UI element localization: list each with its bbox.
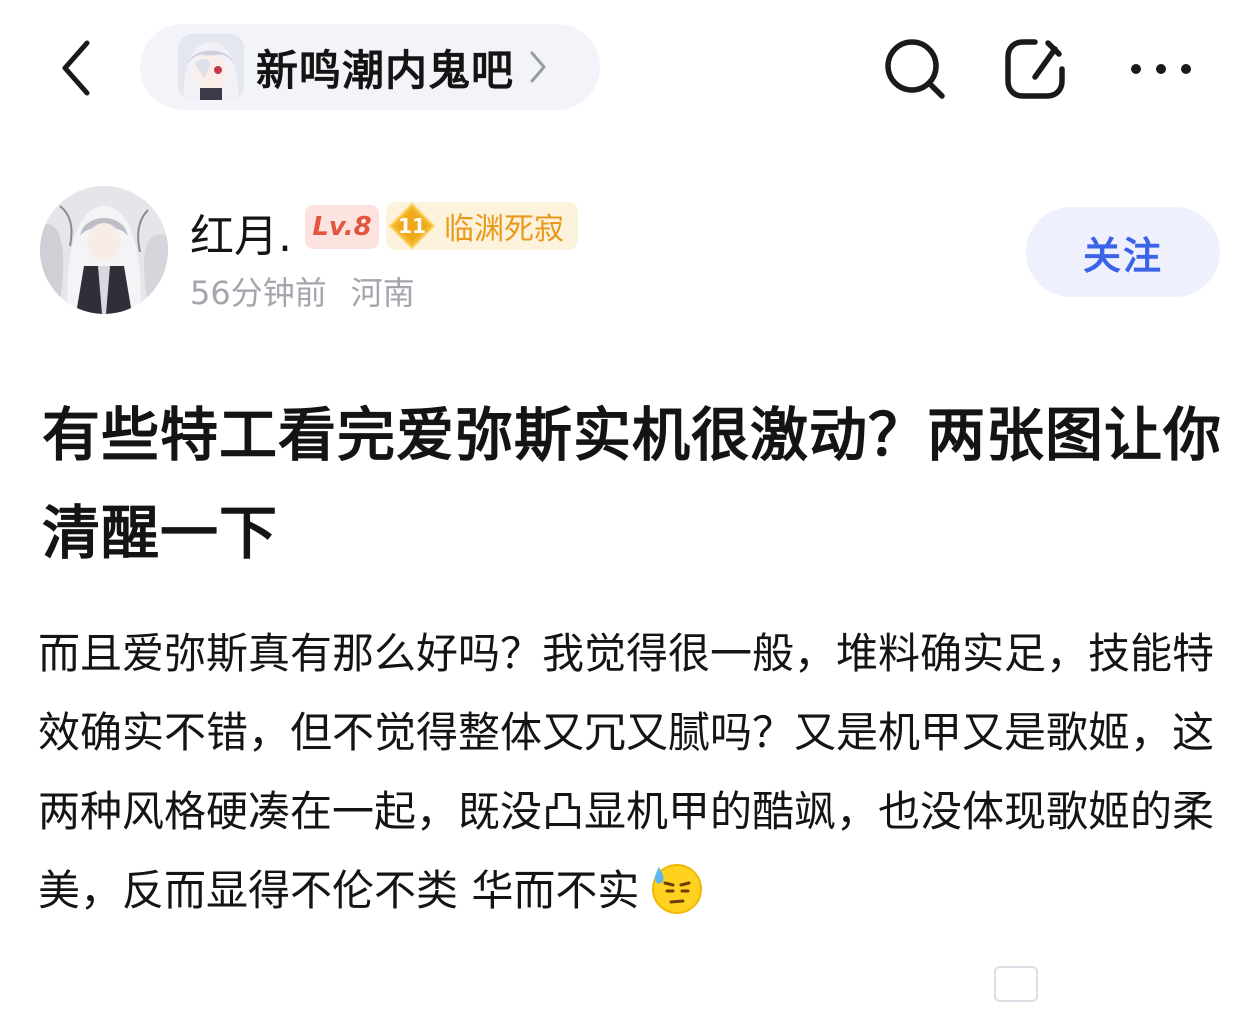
- chevron-right-icon: [528, 48, 550, 86]
- title-badge-level: 11: [398, 214, 426, 238]
- author-name[interactable]: 红月.: [190, 200, 292, 264]
- post-page: 新鸣潮内鬼吧 红月. Lv.8 11 临渊死寂 56分钟前 河南 关注 有些特工…: [0, 0, 1260, 1022]
- title-badge: 11 临渊死寂: [386, 202, 578, 250]
- more-button[interactable]: [1122, 34, 1200, 104]
- search-icon: [885, 39, 945, 99]
- forum-avatar: [178, 34, 244, 100]
- back-arrow-icon: [62, 40, 90, 96]
- share-icon: [1005, 39, 1065, 99]
- more-icon: [1131, 64, 1191, 74]
- sweat-emoji-icon: [649, 861, 703, 915]
- post-body: 而且爱弥斯真有那么好吗？我觉得很一般，堆料确实足，技能特效确实不错，但不觉得整体…: [38, 614, 1228, 930]
- follow-button[interactable]: 关注: [1026, 207, 1220, 297]
- title-badge-text: 临渊死寂: [444, 212, 564, 247]
- post-meta: 56分钟前 河南: [190, 268, 415, 314]
- watermark-logo: [994, 966, 1038, 1002]
- diamond-badge-icon: 11: [386, 202, 438, 250]
- back-button[interactable]: [54, 38, 98, 98]
- level-badge: Lv.8: [305, 205, 379, 249]
- forum-name: 新鸣潮内鬼吧: [256, 45, 515, 95]
- post-body-text: 而且爱弥斯真有那么好吗？我觉得很一般，堆料确实足，技能特效确实不错，但不觉得整体…: [38, 629, 1215, 915]
- author-avatar[interactable]: [40, 186, 168, 314]
- post-location: 河南: [350, 274, 415, 312]
- search-button[interactable]: [880, 34, 950, 104]
- share-button[interactable]: [1000, 34, 1070, 104]
- post-title: 有些特工看完爱弥斯实机很激动？两张图让你清醒一下: [42, 401, 1223, 567]
- post-time: 56分钟前: [190, 274, 327, 312]
- forum-link[interactable]: 新鸣潮内鬼吧: [140, 24, 600, 110]
